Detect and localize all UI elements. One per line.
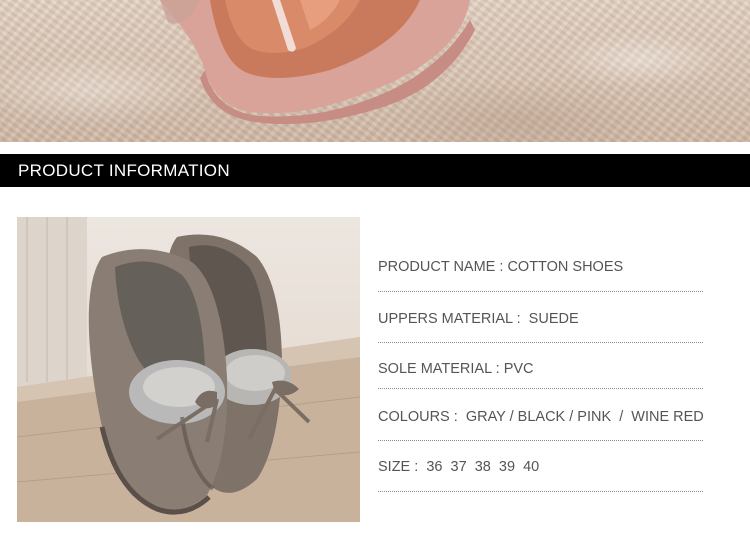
product-information-header: PRODUCT INFORMATION xyxy=(0,154,750,187)
gray-slippers-illustration xyxy=(17,217,360,522)
divider xyxy=(378,388,703,389)
product-photo-gray-slippers xyxy=(17,217,360,522)
spec-product-name: PRODUCT NAME : COTTON SHOES xyxy=(378,259,624,275)
divider xyxy=(378,491,703,492)
product-detail-page: PRODUCT INFORMATION PRODUCT NAME: COTTO… xyxy=(0,0,750,533)
spec-uppers-material: UPPERS MATERIAL : SUEDE xyxy=(378,311,579,327)
spec-sole-material: SOLE MATERIAL : PVC xyxy=(378,361,534,377)
section-title: PRODUCT INFORMATION xyxy=(18,161,230,180)
divider xyxy=(378,342,703,343)
spec-size: SIZE : 36 37 38 39 40 xyxy=(378,459,540,475)
divider xyxy=(378,291,703,292)
pink-slipper-illustration xyxy=(160,0,475,125)
banner-photo-slipper-on-rug xyxy=(0,0,750,142)
spec-colours: COLOURS : GRAY / BLACK / PINK / WINE RED xyxy=(378,409,704,425)
divider xyxy=(378,440,703,441)
